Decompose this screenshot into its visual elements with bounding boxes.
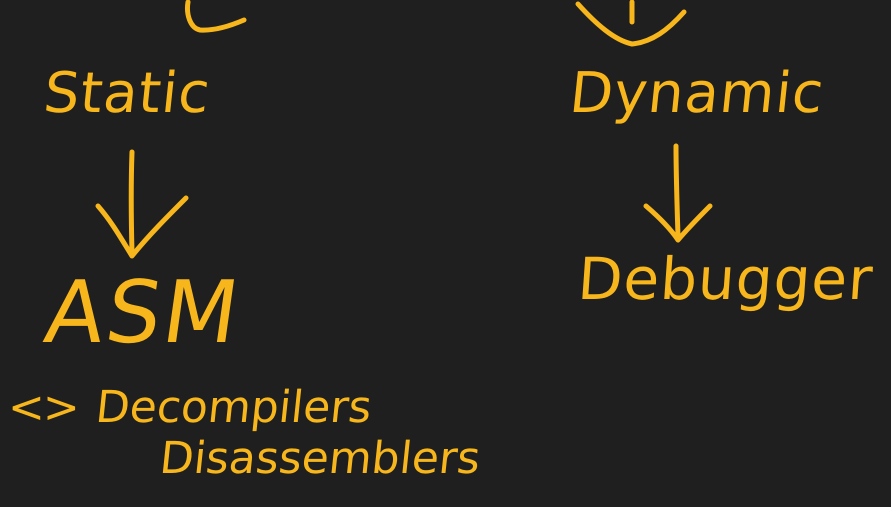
disassemblers-label: Disassemblers [157, 433, 483, 484]
debugger-label: Debugger [575, 245, 876, 313]
dynamic-to-debugger-arrow-shaft [673, 143, 681, 239]
bullet-mark: <> [8, 382, 80, 433]
dynamic-top-arrow-fragment-curve [575, 1, 687, 47]
static-top-arrow-fragment [185, 0, 247, 33]
static-to-asm-arrow-shaft [128, 149, 135, 255]
dynamic-to-debugger-arrow-head [643, 203, 713, 243]
decompilers-label: Decompilers [93, 382, 375, 433]
static-analysis-label: Static [40, 61, 214, 126]
static-to-asm-arrow-head [95, 195, 189, 259]
asm-label: ASM [38, 263, 247, 363]
whiteboard-canvas: Static Dynamic ASM Debugger <> Decompile… [0, 0, 891, 507]
dynamic-analysis-label: Dynamic [566, 61, 828, 126]
